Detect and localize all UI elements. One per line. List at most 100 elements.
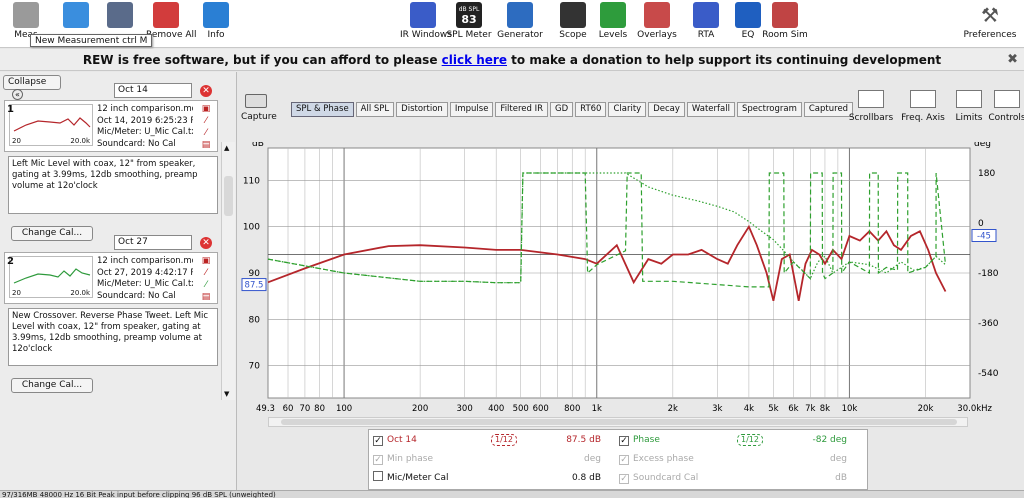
delete-measurement-icon[interactable]: ✕ — [200, 237, 212, 249]
legend-row-left-2[interactable]: Mic/Meter Cal 0.8 dB — [373, 470, 613, 486]
tab-spectrogram[interactable]: Spectrogram — [736, 102, 802, 117]
smoothing-badge[interactable]: 1/12 — [491, 434, 517, 446]
info-button[interactable]: Info — [196, 2, 236, 40]
save-measurement-icon[interactable]: ▣ — [199, 256, 213, 267]
legend-checkbox[interactable]: ✓ — [373, 436, 383, 446]
y2-tick-label: 0 — [978, 219, 984, 229]
scrollbars-button[interactable]: Scrollbars — [848, 90, 894, 123]
legend-value: deg — [830, 454, 847, 464]
room-sim-button[interactable]: Room Sim — [762, 2, 808, 40]
spl-meter-button[interactable]: dB SPL 83 SPL Meter — [446, 2, 492, 40]
edit-measurement-icon[interactable]: ⁄ — [199, 268, 213, 279]
legend-checkbox[interactable]: ✓ — [619, 455, 629, 465]
tab-decay[interactable]: Decay — [648, 102, 685, 117]
overlays-icon — [644, 2, 670, 28]
edit-measurement-icon[interactable]: ⁄ — [199, 116, 213, 127]
x-tick-label: 500 — [513, 404, 529, 414]
toolbar-label: RTA — [697, 30, 715, 40]
save-measurement-icon[interactable]: ▣ — [199, 104, 213, 115]
mic-cal-icon[interactable]: ⁄ — [199, 280, 213, 291]
measurement-card-2[interactable]: Oct 27✕22020.0k12 inch comparison.mdatOc… — [4, 235, 218, 393]
legend-checkbox[interactable] — [373, 471, 383, 481]
soundcard-cal-icon[interactable]: ▤ — [199, 140, 213, 151]
change-cal-button[interactable]: Change Cal... — [11, 378, 93, 393]
tab-filtered-ir[interactable]: Filtered IR — [495, 102, 549, 117]
graph-vertical-scrollbar[interactable]: ▲ ▼ — [221, 142, 235, 400]
ir-windows-button[interactable]: IR Windows — [400, 2, 452, 40]
x-tick-label: 800 — [564, 404, 580, 414]
y2-tick-label: 180 — [978, 169, 995, 179]
info-icon — [203, 2, 229, 28]
svg-text:87.5: 87.5 — [245, 281, 264, 291]
levels-button[interactable]: Levels — [590, 2, 636, 40]
controls-button[interactable]: Controls — [984, 90, 1024, 123]
generator-button[interactable]: Generator — [497, 2, 543, 40]
status-bar: 97/316MB 48000 Hz 16 Bit Peak input befo… — [0, 490, 1024, 498]
measurement-notes[interactable]: Left Mic Level with coax, 12" from speak… — [8, 156, 218, 214]
legend-row-right-0[interactable]: ✓ Phase 1/12 -82 deg — [619, 432, 859, 448]
donation-link[interactable]: click here — [442, 53, 507, 67]
legend-label: Mic/Meter Cal — [387, 473, 449, 483]
tab-impulse[interactable]: Impulse — [449, 102, 494, 117]
measurement-name-input[interactable]: Oct 14 — [114, 83, 192, 98]
y2-tick-label: -360 — [978, 319, 999, 329]
soundcard-cal-icon[interactable]: ▤ — [199, 292, 213, 303]
capture-button[interactable]: Capture — [241, 94, 277, 122]
banner-close-icon[interactable]: ✖ — [1007, 49, 1018, 71]
tab-all-spl[interactable]: All SPL — [355, 102, 395, 117]
x-tick-label: 6k — [788, 404, 798, 414]
tab-distortion[interactable]: Distortion — [396, 102, 448, 117]
measurement-info-line: Soundcard: No Cal — [97, 290, 176, 301]
legend-row-right-1[interactable]: ✓ Excess phase deg — [619, 451, 859, 467]
delete-measurement-icon[interactable]: ✕ — [200, 85, 212, 97]
measurement-notes[interactable]: New Crossover. Reverse Phase Tweet. Left… — [8, 308, 218, 366]
x-tick-label: 300 — [457, 404, 473, 414]
tab-spl-phase[interactable]: SPL & Phase — [291, 102, 354, 117]
eq-icon — [735, 2, 761, 28]
x-tick-label: 400 — [488, 404, 504, 414]
mic-cal-icon[interactable]: ⁄ — [199, 128, 213, 139]
tab-clarity[interactable]: Clarity — [608, 102, 647, 117]
measurement-card-1[interactable]: Oct 14✕12020.0k12 inch comparison.mdatOc… — [4, 83, 218, 241]
generator-icon — [507, 2, 533, 28]
thumbnail-curve — [13, 117, 91, 132]
scroll-up-icon: ▲ — [224, 144, 230, 152]
rta-button[interactable]: RTA — [683, 2, 729, 40]
save-button[interactable] — [100, 2, 140, 30]
tab-captured[interactable]: Captured — [803, 102, 854, 117]
collapse-label: Collapse — [8, 77, 47, 87]
legend-checkbox[interactable]: ✓ — [619, 436, 629, 446]
x-tick-label: 10k — [842, 404, 858, 414]
change-cal-button[interactable]: Change Cal... — [11, 226, 93, 241]
tab-gd[interactable]: GD — [550, 102, 574, 117]
measurement-name-input[interactable]: Oct 27 — [114, 235, 192, 250]
x-tick-label: 20k — [918, 404, 934, 414]
tab-rt60[interactable]: RT60 — [575, 102, 607, 117]
scroll-thumb[interactable] — [224, 176, 233, 216]
spl-meter-icon: dB SPL 83 — [456, 2, 482, 28]
legend-checkbox[interactable]: ✓ — [619, 474, 629, 484]
tool-label: Scrollbars — [848, 113, 894, 123]
spl-phase-graph[interactable]: 70 80 90 100 110 -540 -360 -180 0 180 dB deg 87.5 -45… — [238, 139, 1024, 430]
graph-horizontal-scrollbar[interactable] — [268, 417, 968, 427]
y2-tick-label: -180 — [978, 269, 999, 279]
thumbnail-line — [13, 268, 91, 284]
folder-button[interactable] — [56, 2, 96, 30]
legend-row-left-1[interactable]: ✓ Min phase deg — [373, 451, 613, 467]
y-tick-label: 90 — [249, 269, 261, 279]
hscroll-thumb[interactable] — [281, 419, 957, 425]
overlays-button[interactable]: Overlays — [634, 2, 680, 40]
y-tick-label: 100 — [243, 223, 260, 233]
measurement-actions: ▣ ⁄ ⁄ ▤ — [199, 104, 213, 152]
legend-row-right-2[interactable]: ✓ Soundcard Cal dB — [619, 470, 859, 486]
collapse-button[interactable]: Collapse « — [3, 75, 61, 100]
legend-value: 0.8 dB — [571, 473, 601, 483]
freq-axis-button[interactable]: Freq. Axis — [900, 90, 946, 123]
preferences-label: Preferences — [963, 30, 1017, 40]
legend-row-left-0[interactable]: ✓ Oct 14 1/12 87.5 dB — [373, 432, 613, 448]
smoothing-badge[interactable]: 1/12 — [737, 434, 763, 446]
capture-label: Capture — [241, 112, 277, 122]
tab-waterfall[interactable]: Waterfall — [686, 102, 735, 117]
legend-checkbox[interactable]: ✓ — [373, 455, 383, 465]
preferences-button[interactable]: ⚒ Preferences — [960, 2, 1020, 40]
